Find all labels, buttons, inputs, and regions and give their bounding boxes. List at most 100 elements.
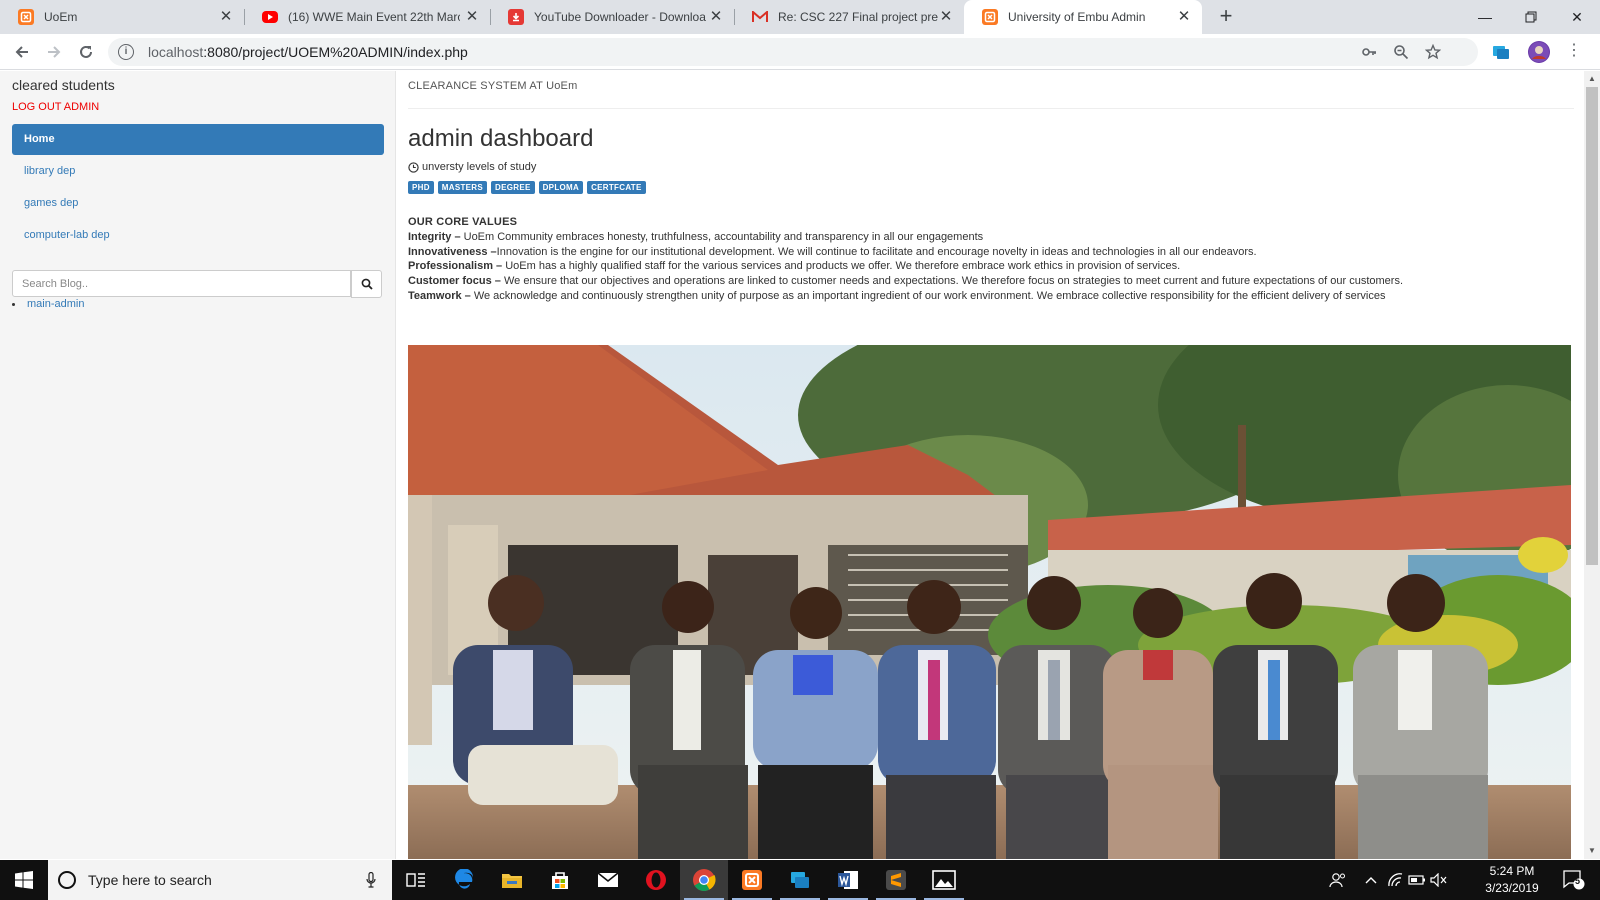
action-center-icon xyxy=(1563,870,1585,890)
staff-group-photo xyxy=(408,345,1571,859)
site-brand[interactable]: CLEARANCE SYSTEM AT UoEm xyxy=(408,80,577,92)
nav-games-dep[interactable]: games dep xyxy=(12,187,384,219)
tab-uoem[interactable]: UoEm ✕ xyxy=(0,0,244,34)
photos-icon[interactable] xyxy=(920,860,968,900)
page-title: admin dashboard xyxy=(408,125,594,152)
bookmark-star-icon[interactable] xyxy=(1424,43,1442,62)
start-button[interactable] xyxy=(0,860,48,900)
close-tab-icon[interactable]: ✕ xyxy=(708,9,724,25)
tab-university-admin[interactable]: University of Embu Admin ✕ xyxy=(964,0,1202,34)
forward-arrow-icon[interactable] xyxy=(42,40,66,64)
battery-icon[interactable] xyxy=(1406,860,1428,900)
close-tab-icon[interactable]: ✕ xyxy=(464,9,480,25)
scroll-down-arrow-icon[interactable]: ▼ xyxy=(1584,843,1600,859)
download-icon xyxy=(508,9,524,25)
main-admin-link[interactable]: main-admin xyxy=(27,298,84,310)
wifi-icon[interactable] xyxy=(1384,860,1406,900)
minimize-button[interactable]: — xyxy=(1462,0,1508,34)
vertical-scrollbar[interactable]: ▲ ▼ xyxy=(1584,71,1600,859)
reload-icon[interactable] xyxy=(74,40,98,64)
value-teamwork: Teamwork – We acknowledge and continuous… xyxy=(408,289,1386,302)
mail-icon[interactable] xyxy=(584,860,632,900)
scrollbar-thumb[interactable] xyxy=(1586,87,1598,565)
value-innovativeness: Innovativeness –Innovation is the engine… xyxy=(408,245,1257,258)
show-hidden-icons-chevron-icon[interactable] xyxy=(1358,860,1384,900)
nav-home[interactable]: Home xyxy=(12,124,384,155)
close-tab-icon[interactable]: ✕ xyxy=(1176,9,1192,25)
clock-icon xyxy=(408,161,419,173)
study-levels: PHD MASTERS DEGREE DPLOMA CERTFCATE xyxy=(408,181,650,194)
level-label-phd: PHD xyxy=(408,181,434,194)
microphone-icon[interactable] xyxy=(366,872,376,888)
key-icon[interactable] xyxy=(1360,44,1378,62)
value-professionalism: Professionalism – UoEm has a highly qual… xyxy=(408,260,1181,273)
extension-icon[interactable] xyxy=(1490,41,1512,63)
word-icon[interactable] xyxy=(824,860,872,900)
windows-taskbar: Type here to search 5:24 PM 3/23/2019 5 xyxy=(0,860,1600,900)
close-tab-icon[interactable]: ✕ xyxy=(218,9,234,25)
core-values-heading: OUR CORE VALUES xyxy=(408,216,518,228)
nav-computer-lab-dep[interactable]: computer-lab dep xyxy=(12,219,384,251)
cortana-icon xyxy=(58,871,76,889)
sidebar-links: main-admin xyxy=(12,298,84,310)
file-explorer-icon[interactable] xyxy=(488,860,536,900)
xampp-control-icon[interactable] xyxy=(728,860,776,900)
search-button[interactable] xyxy=(351,270,382,298)
tab-title: YouTube Downloader - Download xyxy=(534,10,706,24)
scroll-up-arrow-icon[interactable]: ▲ xyxy=(1584,71,1600,87)
tab-title: University of Embu Admin xyxy=(1008,10,1146,24)
web-page: cleared students LOG OUT ADMIN Home libr… xyxy=(0,71,1584,859)
chrome-browser-icon[interactable] xyxy=(680,860,728,900)
nav-library-dep[interactable]: library dep xyxy=(12,155,384,187)
zoom-icon[interactable] xyxy=(1392,44,1410,62)
level-label-masters: MASTERS xyxy=(437,181,488,194)
edge-browser-icon[interactable] xyxy=(440,860,488,900)
bullet-icon xyxy=(12,302,15,306)
tab-strip: UoEm ✕ (16) WWE Main Event 22th March ✕ … xyxy=(0,0,1600,34)
sidebar: cleared students LOG OUT ADMIN Home libr… xyxy=(0,71,396,859)
task-view-icon[interactable] xyxy=(392,860,440,900)
tab-title: UoEm xyxy=(44,10,78,24)
divider xyxy=(408,108,1574,109)
search-icon xyxy=(361,278,373,290)
address-bar[interactable]: i localhost:8080/project/UOEM%20ADMIN/in… xyxy=(108,38,1478,66)
close-tab-icon[interactable]: ✕ xyxy=(938,9,954,25)
remote-desktop-icon[interactable] xyxy=(776,860,824,900)
clock-time: 5:24 PM xyxy=(1489,864,1535,878)
levels-caption-text: unversty levels of study xyxy=(422,161,537,173)
site-info-icon[interactable]: i xyxy=(118,44,134,60)
xampp-icon xyxy=(982,9,998,25)
taskbar-search[interactable]: Type here to search xyxy=(48,860,392,900)
value-integrity: Integrity – UoEm Community embraces hone… xyxy=(408,230,984,243)
blog-search xyxy=(12,270,382,298)
menu-dots-icon[interactable]: ⋮ xyxy=(1566,41,1582,63)
sidebar-nav: Home library dep games dep computer-lab … xyxy=(12,124,384,251)
clock-date: 3/23/2019 xyxy=(1485,881,1539,895)
volume-muted-icon[interactable] xyxy=(1428,860,1450,900)
levels-caption: unversty levels of study xyxy=(408,161,536,173)
value-customer-focus: Customer focus – We ensure that our obje… xyxy=(408,275,1404,288)
microsoft-store-icon[interactable] xyxy=(536,860,584,900)
main-content: CLEARANCE SYSTEM AT UoEm admin dashboard… xyxy=(408,71,1574,859)
logout-link[interactable]: LOG OUT ADMIN xyxy=(12,101,99,113)
taskbar-search-placeholder: Type here to search xyxy=(88,872,212,888)
tab-wwe[interactable]: (16) WWE Main Event 22th March ✕ xyxy=(244,0,490,34)
sublime-text-icon[interactable] xyxy=(872,860,920,900)
system-clock[interactable]: 5:24 PM 3/23/2019 xyxy=(1476,863,1548,897)
people-icon[interactable] xyxy=(1320,860,1356,900)
xampp-icon xyxy=(18,9,34,25)
close-window-button[interactable]: ✕ xyxy=(1554,0,1600,34)
restore-button[interactable] xyxy=(1508,0,1554,34)
tab-youtube-downloader[interactable]: YouTube Downloader - Download ✕ xyxy=(490,0,734,34)
back-arrow-icon[interactable] xyxy=(10,40,34,64)
profile-avatar[interactable] xyxy=(1528,41,1550,63)
opera-browser-icon[interactable] xyxy=(632,860,680,900)
search-blog-input[interactable] xyxy=(12,270,351,297)
sidebar-title: cleared students xyxy=(12,77,115,93)
tab-gmail[interactable]: Re: CSC 227 Final project present ✕ xyxy=(734,0,964,34)
new-tab-button[interactable]: + xyxy=(1214,4,1238,28)
level-label-diploma: DPLOMA xyxy=(538,181,584,194)
notification-count: 5 xyxy=(1575,876,1581,886)
level-label-degree: DEGREE xyxy=(491,181,535,194)
notifications-button[interactable]: 5 xyxy=(1556,860,1592,900)
